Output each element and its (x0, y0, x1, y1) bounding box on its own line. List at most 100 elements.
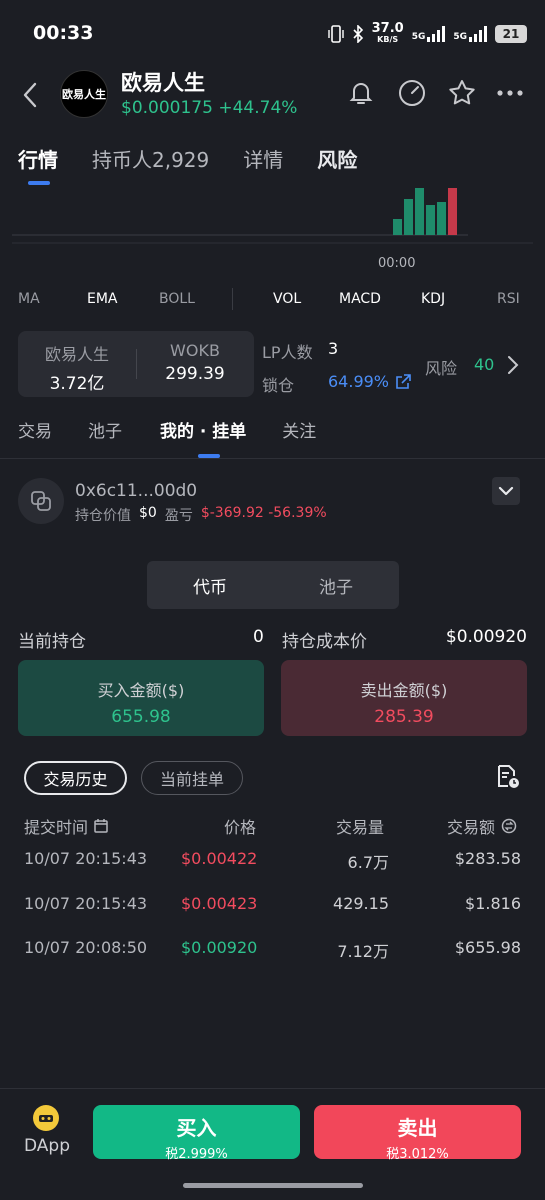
row-qty: 429.15 (333, 894, 389, 913)
subtab-watch[interactable]: 关注 (282, 417, 316, 442)
battery-icon: 21 (495, 24, 527, 43)
buy-button[interactable]: 买入 税2.999% (93, 1105, 300, 1162)
wallet-expand-button[interactable] (492, 477, 520, 505)
tab-trade-history[interactable]: 交易历史 (24, 761, 127, 795)
holding-label: 持仓价值 (75, 508, 131, 524)
sub-tabs: 交易 池子 我的 · 挂单 关注 (18, 417, 352, 442)
tab-holders[interactable]: 持币人2,929 (92, 144, 209, 173)
lock-label: 锁仓 (262, 376, 295, 395)
row-time: 10/07 20:15:43 (24, 894, 148, 913)
row-qty: 6.7万 (347, 853, 389, 872)
row-time: 10/07 20:08:50 (24, 938, 148, 957)
wokb-liquidity: WOKB 299.39 (165, 341, 225, 384)
position-label: 当前持仓 (18, 632, 86, 652)
ind-rsi[interactable]: RSI (497, 291, 520, 307)
ind-vol[interactable]: VOL (273, 291, 301, 307)
risk-label[interactable]: 风险 (425, 355, 457, 379)
sell-amount-box: 卖出金额($) 285.39 (281, 660, 527, 736)
favorite-button[interactable] (447, 78, 477, 108)
row-qty: 7.12万 (337, 942, 389, 961)
status-time: 00:33 (33, 22, 94, 44)
row-price: $0.00422 (181, 849, 258, 868)
row-price: $0.00920 (181, 938, 258, 957)
more-button[interactable] (495, 78, 525, 108)
buy-amount-value: 655.98 (111, 707, 171, 727)
main-tabs: 行情 持币人2,929 详情 风险 (18, 144, 391, 173)
subtab-pool[interactable]: 池子 (88, 417, 122, 442)
subtab-mine[interactable]: 我的 · 挂单 (160, 417, 246, 442)
vibrate-icon (327, 24, 344, 43)
lp-label: LP人数 (262, 343, 313, 362)
row-amount: $655.98 (454, 938, 521, 957)
cost-value: $0.00920 (445, 627, 527, 647)
ind-macd[interactable]: MACD (339, 291, 381, 307)
ind-ma[interactable]: MA (18, 291, 40, 307)
wallet-link-icon (31, 491, 51, 511)
export-button[interactable] (496, 764, 520, 794)
volume-bar (437, 202, 446, 235)
risk-detail-button[interactable] (507, 355, 519, 379)
home-indicator[interactable] (183, 1183, 363, 1188)
net-speed: 37.0 KB/S (371, 21, 404, 44)
volume-bar (426, 205, 435, 235)
position-value: 0 (253, 627, 264, 647)
cost-label: 持仓成本价 (282, 632, 367, 652)
back-button[interactable] (22, 82, 38, 112)
buy-amount-box: 买入金额($) 655.98 (18, 660, 264, 736)
col-qty: 交易量 (336, 818, 385, 837)
document-clock-icon (498, 765, 519, 788)
row-amount: $283.58 (454, 849, 521, 868)
token-pool-toggle: 代币 池子 (147, 561, 399, 609)
section-divider (0, 458, 545, 459)
wallet-summary: 持仓价值 $0 盈亏 $-369.92 -56.39% (75, 505, 327, 525)
bell-icon (349, 83, 373, 104)
sell-button[interactable]: 卖出 税3.012% (314, 1105, 521, 1162)
status-icons: 37.0 KB/S 5G 5G 21 (327, 21, 527, 45)
tab-risk[interactable]: 风险 (317, 144, 357, 173)
indicator-divider (232, 288, 233, 310)
alert-button[interactable] (346, 78, 376, 108)
row-time: 10/07 20:15:43 (24, 849, 148, 868)
signal-2: 5G (453, 25, 487, 42)
tab-open-orders[interactable]: 当前挂单 (141, 761, 243, 795)
more-icon (497, 90, 523, 96)
token-liquidity: 欧易人生 3.72亿 (44, 345, 109, 394)
volume-chart[interactable] (0, 186, 545, 276)
tab-details[interactable]: 详情 (243, 144, 283, 173)
lock-value: 64.99% (328, 372, 390, 391)
col-time[interactable]: 提交时间 (24, 814, 108, 838)
volume-bar (415, 188, 424, 235)
bluetooth-icon (353, 24, 363, 43)
chart-time-label: 00:00 (378, 256, 416, 271)
dapp-label[interactable]: DApp (24, 1136, 70, 1156)
ind-ema[interactable]: EMA (87, 291, 118, 307)
row-price: $0.00423 (181, 894, 258, 913)
volume-bar (404, 199, 413, 235)
pnl-label: 盈亏 (164, 508, 193, 524)
subtab-trade[interactable]: 交易 (18, 417, 52, 442)
tab-market[interactable]: 行情 (18, 144, 58, 173)
liquidity-card: 欧易人生 3.72亿 WOKB 299.39 (18, 331, 254, 397)
signal-bars-icon (427, 25, 446, 42)
speed-button[interactable] (397, 78, 427, 108)
col-amount[interactable]: 交易额 (447, 814, 517, 838)
holding-value: $0 (139, 505, 157, 521)
wallet-address[interactable]: 0x6c11...00d0 (75, 481, 197, 501)
dapp-icon[interactable] (33, 1105, 59, 1131)
segment-pool[interactable]: 池子 (273, 561, 399, 609)
calendar-icon (94, 819, 108, 833)
external-link-icon (396, 373, 411, 389)
ind-kdj[interactable]: KDJ (421, 291, 445, 307)
pnl-value: $-369.92 -56.39% (200, 505, 327, 521)
lock-link[interactable]: 64.99% (328, 372, 411, 391)
ind-boll[interactable]: BOLL (159, 291, 195, 307)
signal-1: 5G (412, 25, 446, 42)
lp-value: 3 (328, 339, 339, 358)
segment-token[interactable]: 代币 (147, 561, 273, 609)
chevron-down-icon (498, 486, 514, 496)
token-name: 欧易人生 (121, 71, 205, 95)
token-price: $0.000175 +44.74% (121, 98, 298, 118)
sell-amount-label: 卖出金额($) (360, 681, 448, 700)
token-avatar: 欧易人生 (60, 70, 108, 118)
risk-score[interactable]: 40 (474, 355, 494, 374)
